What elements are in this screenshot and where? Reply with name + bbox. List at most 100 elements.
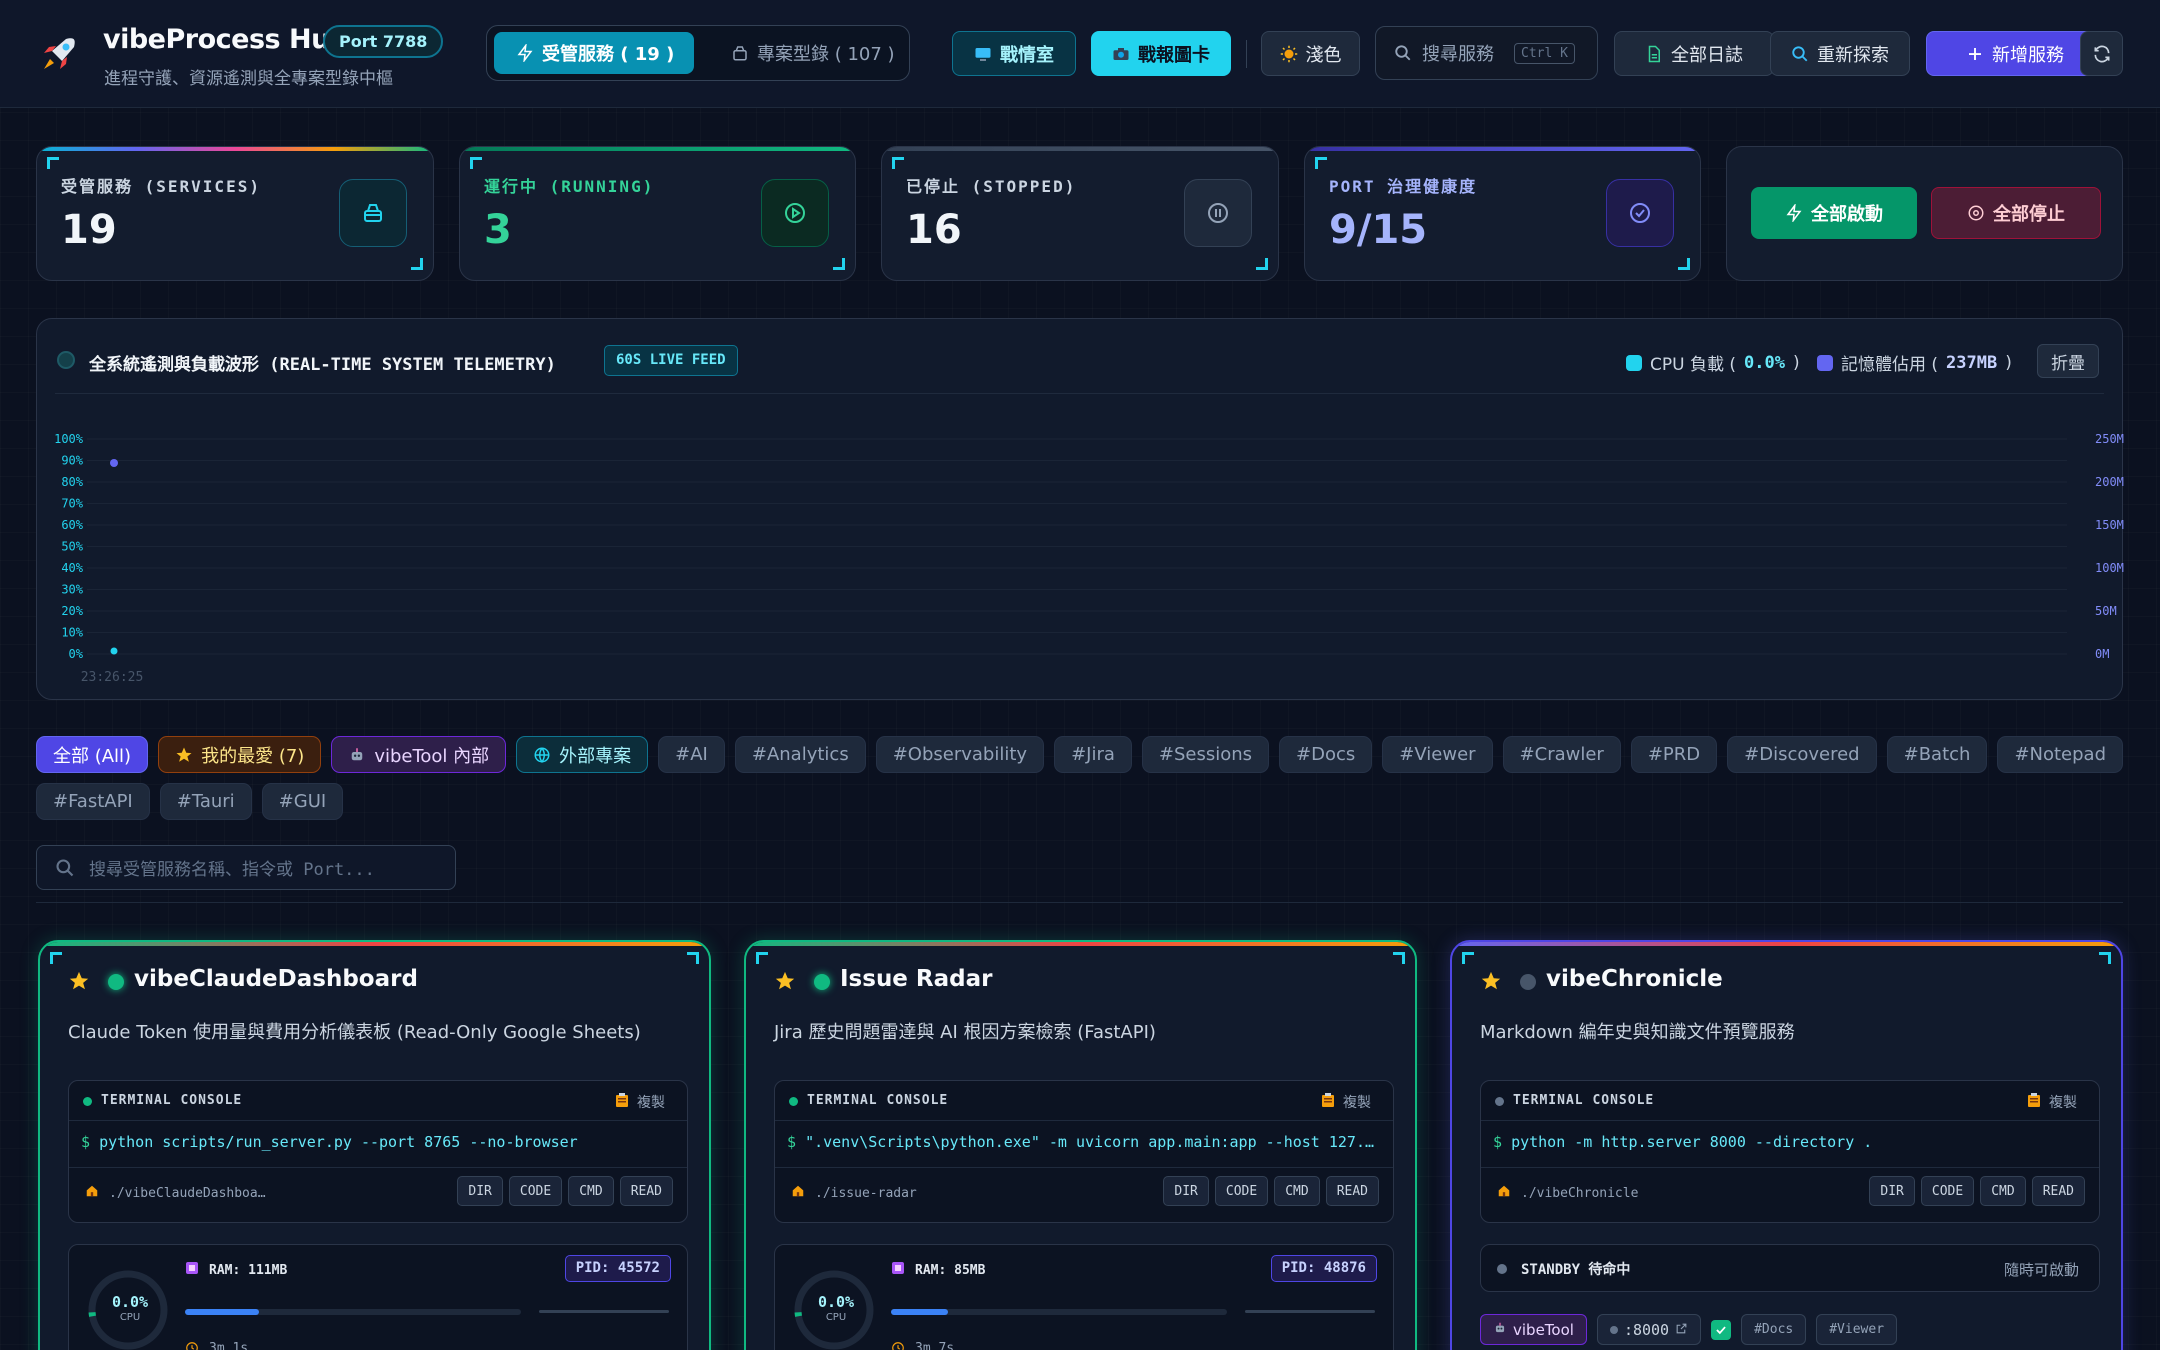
filter-tag[interactable]: #Notepad [1997, 736, 2124, 773]
stat-value: 9/15 [1329, 207, 1428, 253]
project-path: ./vibeChronicle [1497, 1184, 1638, 1202]
filter-tag-label: #Batch [1903, 744, 1971, 765]
cmd-button[interactable]: CMD [568, 1176, 614, 1206]
pause-circle-icon [1184, 179, 1252, 247]
dir-button[interactable]: DIR [1163, 1176, 1209, 1206]
filter-tag[interactable]: #Analytics [734, 736, 866, 773]
standby-label: STANDBY 待命中 [1521, 1262, 1631, 1278]
filter-tag[interactable]: 外部專案 [516, 736, 649, 773]
cpu-legend-label: CPU 負載 ( [1650, 355, 1737, 375]
search-label: 搜尋服務 [1422, 44, 1494, 65]
search-icon [1792, 45, 1808, 61]
cpu-value: 0.0% [817, 1293, 855, 1311]
favorite-star-icon[interactable] [774, 970, 796, 996]
filter-tag[interactable]: #Viewer [1382, 736, 1493, 773]
cmd-button[interactable]: CMD [1274, 1176, 1320, 1206]
service-search-input[interactable]: 搜尋受管服務名稱、指令或 Port... [36, 845, 456, 890]
cmd-button[interactable]: CMD [1980, 1176, 2026, 1206]
fold-button[interactable]: 折疊 [2037, 344, 2099, 378]
uptime-readout: 3m 7s [891, 1341, 954, 1350]
code-button[interactable]: CODE [1920, 1176, 1975, 1206]
service-chips: vibeTool :8000 #Docs #Viewer [1480, 1314, 1898, 1345]
vibetool-chip[interactable]: vibeTool [1480, 1314, 1587, 1345]
ram-bar [185, 1309, 521, 1315]
card-top-bar [40, 942, 709, 946]
checkbox-checked-icon[interactable] [1711, 1319, 1732, 1340]
favorite-star-icon[interactable] [68, 970, 90, 996]
port-status-dot [1609, 1325, 1618, 1334]
favorite-star-icon[interactable] [1480, 970, 1502, 996]
filter-tag[interactable]: 我的最愛 (7) [158, 736, 322, 773]
camera-icon [1113, 47, 1129, 60]
war-room-button[interactable]: 戰情室 [952, 31, 1076, 76]
cpu-label: CPU [119, 1312, 141, 1323]
filter-tag[interactable]: #AI [658, 736, 725, 773]
header-search-button[interactable]: 搜尋服務 Ctrl K [1375, 26, 1598, 80]
filter-tag[interactable]: #Batch [1886, 736, 1988, 773]
filter-tag[interactable]: vibeTool 內部 [331, 736, 507, 773]
filter-tag[interactable]: #FastAPI [36, 783, 150, 820]
copy-button[interactable]: 複製 [1321, 1092, 1371, 1112]
filter-tag[interactable]: #Jira [1054, 736, 1132, 773]
terminal-actions: DIR CODE CMD READ [1163, 1176, 1379, 1206]
service-tag-chip[interactable]: #Docs [1741, 1314, 1807, 1345]
filter-tag[interactable]: #PRD [1630, 736, 1718, 773]
home-icon [1497, 1184, 1511, 1202]
refresh-button[interactable] [2080, 31, 2123, 76]
filter-tag[interactable]: #GUI [261, 783, 344, 820]
search-icon [1395, 45, 1411, 61]
dir-button[interactable]: DIR [457, 1176, 503, 1206]
sun-icon [1280, 45, 1297, 62]
add-service-button[interactable]: 新增服務 [1926, 31, 2104, 76]
y-tick-left: 20% [61, 604, 83, 618]
y-tick-left: 60% [61, 518, 83, 532]
command-text: ".venv\Scripts\python.exe" -m uvicorn ap… [805, 1133, 1383, 1151]
port-chip[interactable]: :8000 [1596, 1314, 1702, 1345]
filter-tag[interactable]: #Tauri [159, 783, 252, 820]
terminal-actions: DIR CODE CMD READ [1869, 1176, 2085, 1206]
filter-tag[interactable]: #Docs [1279, 736, 1373, 773]
code-button[interactable]: CODE [1214, 1176, 1269, 1206]
stop-all-button[interactable]: 全部停止 [1931, 187, 2101, 239]
read-button[interactable]: READ [619, 1176, 673, 1206]
all-logs-button[interactable]: 全部日誌 [1614, 31, 1774, 76]
app-title: vibeProcess Hub [103, 24, 349, 55]
filter-tag[interactable]: 全部 (All) [36, 736, 149, 773]
copy-button[interactable]: 複製 [2027, 1092, 2077, 1112]
tab-project-catalog[interactable]: 專案型錄 ( 107 ) [709, 32, 905, 74]
filter-tag[interactable]: #Sessions [1141, 736, 1270, 773]
tab-managed-services[interactable]: 受管服務 ( 19 ) [494, 32, 694, 74]
terminal-header: TERMINAL CONSOLE 複製 [1481, 1081, 2099, 1121]
theme-toggle-button[interactable]: 淺色 [1261, 31, 1360, 76]
file-icon [1648, 45, 1660, 62]
filter-tag-label: #PRD [1647, 744, 1701, 765]
ram-readout: RAM: 111MB [185, 1261, 287, 1279]
war-card-button[interactable]: 戰報圖卡 [1091, 31, 1231, 76]
y-tick-left: 30% [61, 583, 83, 597]
corner-decoration [50, 952, 62, 964]
corner-decoration [687, 952, 699, 964]
project-path-text: ./issue-radar [815, 1185, 917, 1201]
filter-tag[interactable]: #Observability [875, 736, 1045, 773]
read-button[interactable]: READ [2031, 1176, 2085, 1206]
pid-badge: PID: 48876 [1270, 1255, 1377, 1282]
rescan-button[interactable]: 重新探索 [1770, 31, 1910, 76]
filter-tag-label: 全部 (All) [53, 745, 132, 767]
terminal-console: TERMINAL CONSOLE 複製 $ python -m http.serve… [1480, 1080, 2100, 1223]
filter-tag[interactable]: #Crawler [1502, 736, 1621, 773]
code-button[interactable]: CODE [508, 1176, 563, 1206]
terminal-actions: DIR CODE CMD READ [457, 1176, 673, 1206]
command-text: python scripts/run_server.py --port 8765… [99, 1133, 578, 1151]
read-button[interactable]: READ [1325, 1176, 1379, 1206]
copy-button[interactable]: 複製 [615, 1092, 665, 1112]
memory-chip-icon [185, 1261, 199, 1279]
clock-icon [891, 1341, 905, 1350]
terminal-divider [775, 1167, 1393, 1168]
filter-tag[interactable]: #Discovered [1727, 736, 1877, 773]
start-all-button[interactable]: 全部啟動 [1751, 187, 1917, 239]
service-tag-chip[interactable]: #Viewer [1816, 1314, 1898, 1345]
dir-button[interactable]: DIR [1869, 1176, 1915, 1206]
globe-icon [533, 746, 551, 764]
cpu-legend-value: 0.0% [1744, 352, 1785, 373]
app-header: vibeProcess Hub Port 7788 進程守護、資源遙測與全專案型… [0, 0, 2160, 108]
